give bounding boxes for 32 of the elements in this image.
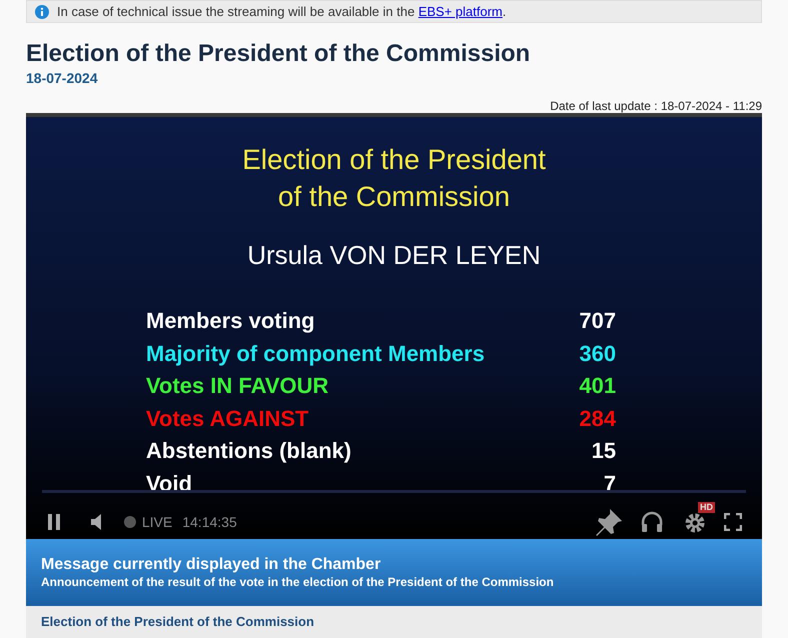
pause-icon[interactable]: [46, 513, 62, 531]
section-heading: Election of the President of the Commission: [41, 614, 314, 629]
info-icon: [35, 4, 49, 18]
result-value: 360: [579, 340, 616, 368]
result-value: 284: [579, 404, 616, 432]
result-value: 7: [604, 470, 616, 498]
page-title: Election of the President of the Commission: [26, 39, 532, 69]
page-date: 18-07-2024: [26, 69, 98, 87]
last-update: Date of last update : 18-07-2024 - 11:29: [550, 99, 762, 113]
result-label: Votes IN FAVOUR: [146, 372, 329, 400]
candidate-name: Ursula VON DER LEYEN: [247, 239, 541, 271]
fullscreen-icon[interactable]: [724, 513, 742, 531]
slide-title: Election of the President: [242, 143, 546, 177]
result-label: Votes AGAINST: [146, 404, 309, 432]
result-value: 15: [592, 437, 616, 465]
result-value: 707: [579, 307, 616, 335]
result-label: Members voting: [146, 307, 315, 335]
result-label: Majority of component Members: [146, 340, 485, 368]
notice-text: In case of technical issue the streaming will be available in the EBS+ platform.: [57, 2, 506, 21]
headphones-icon[interactable]: [640, 510, 664, 534]
live-label: LIVE: [142, 512, 172, 532]
hd-badge: HD: [698, 502, 715, 513]
result-value: 401: [579, 372, 616, 400]
video-player[interactable]: [26, 113, 762, 539]
message-heading: Message currently displayed in the Chamber: [41, 555, 382, 575]
gear-icon[interactable]: [684, 512, 706, 534]
result-label: Abstentions (blank): [146, 437, 352, 465]
message-text: Announcement of the result of the vote in the election of the President of the Commission: [41, 575, 555, 590]
slide-title: of the Commission: [278, 180, 510, 214]
platform-link[interactable]: EBS+ platform: [418, 4, 503, 19]
stream-time: 14:14:35: [182, 512, 237, 532]
pin-icon[interactable]: [594, 507, 624, 537]
